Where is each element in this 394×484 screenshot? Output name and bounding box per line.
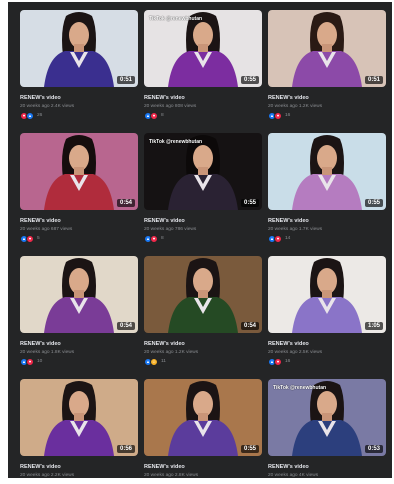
reactions-summary[interactable]: ▲ ♥ 5 [20,234,138,243]
love-reaction-icon: ♥ [150,234,158,243]
video-thumbnail[interactable]: 0:55 [144,379,262,456]
video-meta: 20 weeks ago 4K views [268,473,319,478]
video-title[interactable]: RENEW's video [144,95,262,101]
reaction-count: 5 [37,236,40,241]
love-reaction-icon: ♥ [26,234,34,243]
video-meta: 20 weeks ago 1.8K views [20,350,75,355]
video-duration-badge: 0:54 [240,322,259,330]
reactions-summary[interactable]: ♥ ▲ 26 [20,111,138,120]
video-card[interactable]: 0:54 RENEW's video 20 weeks ago 687 view… [20,133,138,250]
reaction-count: 16 [285,359,291,364]
love-reaction-icon: ♥ [26,357,34,366]
video-duration-badge: 1:05 [364,322,383,330]
love-reaction-icon: ♥ [150,111,158,120]
video-title[interactable]: RENEW's video [20,464,138,470]
video-title[interactable]: RENEW's video [268,218,386,224]
reaction-count: 11 [161,359,166,364]
video-thumbnail[interactable]: TikTok @renewbhutan 0:55 [144,133,262,210]
video-meta: 20 weeks ago 2.4K views [20,104,75,109]
reactions-summary[interactable]: ▲ ♥ 8 [144,111,262,120]
video-card[interactable]: 0:54 RENEW's video 20 weeks ago 1.2K vie… [144,256,262,373]
reaction-count: 16 [285,113,291,118]
video-duration-badge: 0:56 [116,445,135,453]
video-meta: 20 weeks ago 1.2K views [144,350,199,355]
video-card[interactable]: 1:05 RENEW's video 20 weeks ago 2.5K vie… [268,256,386,373]
video-thumbnail[interactable]: 0:55 [268,133,386,210]
video-title[interactable]: RENEW's video [268,95,386,101]
video-card[interactable]: 0:56 RENEW's video 20 weeks ago 2.2K vie… [20,379,138,478]
video-meta: 20 weeks ago 2.5K views [268,350,323,355]
like-reaction-icon: ▲ [26,111,34,120]
video-thumbnail[interactable]: 0:51 [20,10,138,87]
video-card[interactable]: 0:54 RENEW's video 20 weeks ago 1.8K vie… [20,256,138,373]
video-duration-badge: 0:55 [364,199,383,207]
video-duration-badge: 0:54 [116,199,135,207]
reactions-summary[interactable]: ▲ ♥ 14 [268,234,386,243]
video-meta: 20 weeks ago 1.7K views [268,227,323,232]
reaction-count: 26 [37,113,43,118]
video-thumbnail[interactable]: 1:05 [268,256,386,333]
video-duration-badge: 0:51 [116,76,135,84]
video-duration-badge: 0:55 [240,199,259,207]
video-meta: 20 weeks ago 2.2K views [20,473,75,478]
love-reaction-icon: ♥ [274,111,282,120]
reactions-summary[interactable]: ▲ ☺ 11 [144,357,262,366]
reaction-count: 8 [161,113,164,118]
video-title[interactable]: RENEW's video [144,341,262,347]
video-meta: 20 weeks ago 808 views [144,104,197,109]
video-meta: 20 weeks ago 1.2K views [268,104,323,109]
video-title[interactable]: RENEW's video [20,341,138,347]
video-meta: 20 weeks ago 687 views [20,227,73,232]
video-card[interactable]: 0:51 RENEW's video 20 weeks ago 2.4K vie… [20,10,138,127]
video-thumbnail[interactable]: 0:51 [268,10,386,87]
love-reaction-icon: ♥ [274,234,282,243]
reactions-summary[interactable]: ▲ ♥ 16 [268,357,386,366]
care-reaction-icon: ☺ [150,357,158,366]
video-thumbnail[interactable]: TikTok @renewbhutan 0:55 [144,10,262,87]
video-grid: 0:51 RENEW's video 20 weeks ago 2.4K vie… [20,10,386,478]
video-card[interactable]: 0:55 RENEW's video 20 weeks ago 2.8K vie… [144,379,262,478]
video-title[interactable]: RENEW's video [144,218,262,224]
video-title[interactable]: RENEW's video [268,464,386,470]
video-title[interactable]: RENEW's video [144,464,262,470]
reaction-count: 10 [37,359,43,364]
tiktok-watermark: TikTok @renewbhutan [273,385,327,391]
video-title[interactable]: RENEW's video [20,218,138,224]
video-card[interactable]: 0:55 RENEW's video 20 weeks ago 1.7K vie… [268,133,386,250]
video-duration-badge: 0:54 [116,322,135,330]
video-duration-badge: 0:55 [240,76,259,84]
video-thumbnail[interactable]: TikTok @renewbhutan 0:53 [268,379,386,456]
video-grid-panel: 0:51 RENEW's video 20 weeks ago 2.4K vie… [8,2,392,478]
video-thumbnail[interactable]: 0:56 [20,379,138,456]
video-thumbnail[interactable]: 0:54 [20,256,138,333]
tiktok-watermark: TikTok @renewbhutan [149,16,203,22]
video-meta: 20 weeks ago 2.8K views [144,473,199,478]
reactions-summary[interactable]: ▲ ♥ 16 [268,111,386,120]
video-duration-badge: 0:53 [364,445,383,453]
video-thumbnail[interactable]: 0:54 [144,256,262,333]
video-card[interactable]: TikTok @renewbhutan 0:53 RENEW's video 2… [268,379,386,478]
video-card[interactable]: 0:51 RENEW's video 20 weeks ago 1.2K vie… [268,10,386,127]
love-reaction-icon: ♥ [274,357,282,366]
reactions-summary[interactable]: ▲ ♥ 10 [20,357,138,366]
video-duration-badge: 0:51 [364,76,383,84]
reaction-count: 14 [285,236,291,241]
video-meta: 20 weeks ago 786 views [144,227,197,232]
tiktok-watermark: TikTok @renewbhutan [149,139,203,145]
reactions-summary[interactable]: ▲ ♥ 8 [144,234,262,243]
video-thumbnail[interactable]: 0:54 [20,133,138,210]
video-title[interactable]: RENEW's video [268,341,386,347]
reaction-count: 8 [161,236,164,241]
video-duration-badge: 0:55 [240,445,259,453]
video-card[interactable]: TikTok @renewbhutan 0:55 RENEW's video 2… [144,133,262,250]
video-card[interactable]: TikTok @renewbhutan 0:55 RENEW's video 2… [144,10,262,127]
video-title[interactable]: RENEW's video [20,95,138,101]
